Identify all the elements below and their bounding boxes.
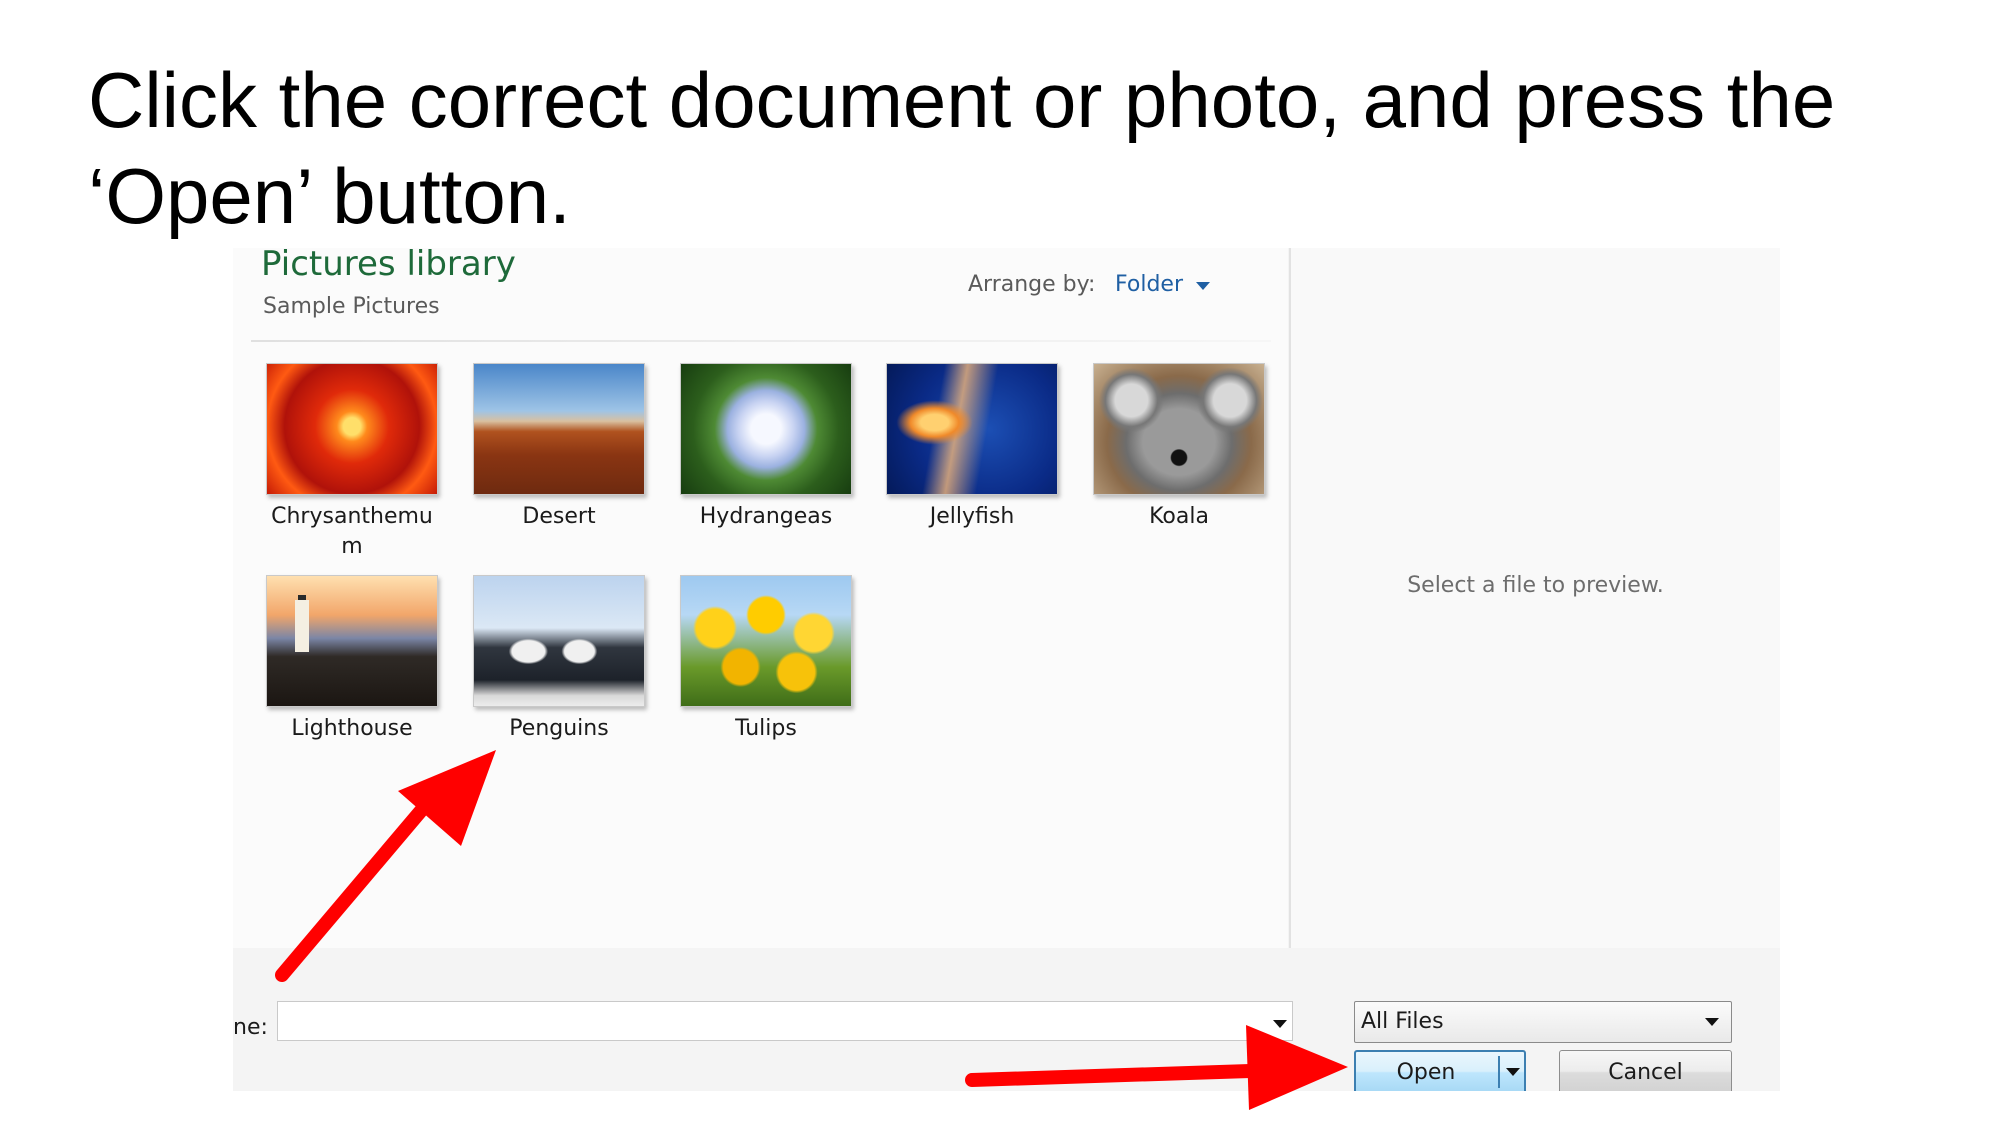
file-label: Chrysanthemu m (271, 504, 433, 559)
chevron-down-icon[interactable] (1196, 282, 1210, 290)
open-file-dialog: Pictures library Sample Pictures Arrange… (233, 248, 1780, 1091)
cancel-button[interactable]: Cancel (1559, 1050, 1732, 1091)
library-subtitle: Sample Pictures (263, 294, 440, 319)
jellyfish-thumbnail[interactable] (886, 363, 1058, 495)
instruction-line-1: Click the correct document or photo, and… (88, 56, 1836, 144)
file-label: Penguins (509, 716, 609, 741)
file-label: Hydrangeas (699, 504, 833, 529)
preview-pane: Select a file to preview. (1289, 248, 1780, 948)
split-divider (1498, 1056, 1500, 1088)
hydrangeas-thumbnail[interactable] (680, 363, 852, 495)
instruction-line-2: ‘Open’ button. (88, 152, 571, 240)
chevron-down-icon[interactable] (1506, 1068, 1520, 1076)
cancel-button-label: Cancel (1608, 1060, 1683, 1085)
file-type-value: All Files (1361, 1009, 1444, 1034)
library-title: Pictures library (261, 248, 516, 284)
koala-thumbnail[interactable] (1093, 363, 1265, 495)
file-browser-pane: Pictures library Sample Pictures Arrange… (233, 248, 1288, 948)
header-divider (251, 340, 1271, 342)
chrysanthemum-thumbnail[interactable] (266, 363, 438, 495)
arrange-by-label: Arrange by: (968, 272, 1096, 297)
file-type-select[interactable]: All Files (1354, 1001, 1732, 1043)
open-button-label: Open (1396, 1060, 1456, 1085)
chevron-down-icon (1705, 1018, 1719, 1026)
file-label: Koala (1149, 504, 1209, 529)
preview-placeholder: Select a file to preview. (1407, 573, 1664, 598)
file-label: Tulips (735, 716, 797, 741)
file-label: Jellyfish (929, 504, 1015, 529)
arrange-by-dropdown[interactable]: Folder (1115, 272, 1183, 297)
desert-thumbnail[interactable] (473, 363, 645, 495)
file-label: Desert (522, 504, 596, 529)
chevron-down-icon[interactable] (1273, 1020, 1287, 1028)
file-name-label: ne: (233, 1015, 268, 1040)
lighthouse-thumbnail[interactable] (266, 575, 438, 707)
open-button[interactable]: Open (1354, 1050, 1526, 1091)
tulips-thumbnail[interactable] (680, 575, 852, 707)
file-name-input[interactable] (277, 1001, 1293, 1041)
penguins-thumbnail[interactable] (473, 575, 645, 707)
file-label: Lighthouse (291, 716, 413, 741)
instruction-text: Click the correct document or photo, and… (88, 52, 1968, 244)
